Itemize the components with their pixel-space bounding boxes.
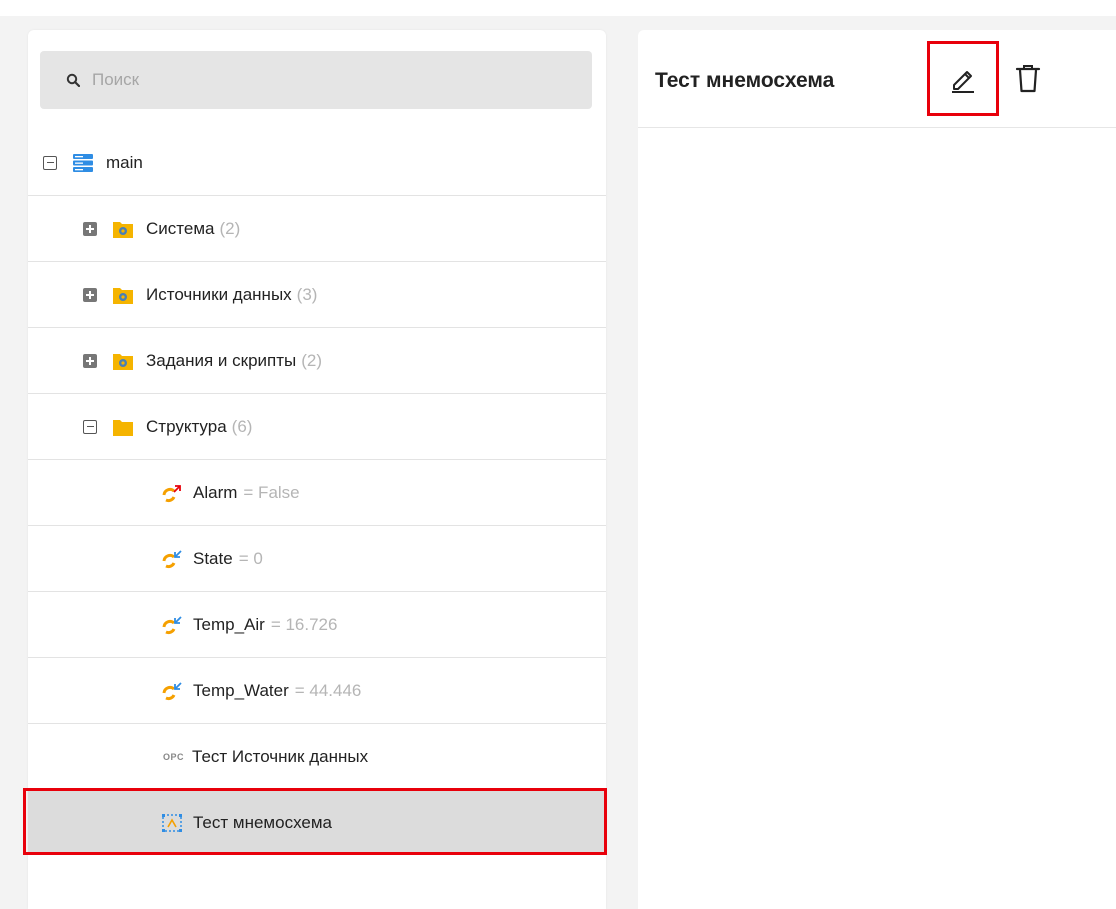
- search-icon: [66, 73, 80, 87]
- tag-value: = 16.726: [270, 614, 338, 634]
- tree-item-label: Структура: [146, 416, 227, 436]
- trash-icon: [1015, 65, 1041, 93]
- search-input[interactable]: [90, 69, 574, 91]
- tree-item-label: Alarm: [193, 482, 238, 502]
- tree-item-state[interactable]: State = 0: [28, 526, 606, 592]
- detail-header: Тест мнемосхема: [638, 30, 1116, 128]
- delete-button[interactable]: [1010, 61, 1046, 97]
- tree-panel: main Система (2) Источники данных (3): [28, 30, 606, 909]
- tree-item-label: Система: [146, 218, 215, 238]
- tree-item-struktura[interactable]: Структура (6): [28, 394, 606, 460]
- tree-item-main[interactable]: main: [28, 130, 606, 196]
- tag-value: = 44.446: [294, 680, 362, 700]
- item-count: (2): [219, 218, 241, 238]
- pencil-icon: [952, 70, 974, 93]
- system-folder-icon: [112, 351, 134, 371]
- item-count: (6): [231, 416, 253, 436]
- item-count: (2): [301, 350, 323, 370]
- tree-item-label: Temp_Water: [193, 680, 289, 700]
- expand-icon[interactable]: [83, 353, 97, 368]
- tag-input-icon: [161, 549, 183, 569]
- tree-item-zadaniya[interactable]: Задания и скрипты (2): [28, 328, 606, 394]
- detail-panel: Тест мнемосхема: [638, 30, 1116, 909]
- search-box[interactable]: [40, 51, 592, 109]
- tree-item-label: main: [106, 152, 143, 172]
- tree-item-alarm[interactable]: Alarm = False: [28, 460, 606, 526]
- server-icon: [72, 153, 94, 173]
- tag-value: = False: [243, 482, 300, 502]
- tree-item-label: State: [193, 548, 233, 568]
- tag-input-icon: [161, 681, 183, 701]
- opc-icon: OPC: [163, 751, 185, 762]
- tree-item-label: Задания и скрипты: [146, 350, 297, 370]
- tree-item-test-datasource[interactable]: OPC Тест Источник данных: [28, 724, 606, 790]
- selection-highlight: [23, 788, 607, 855]
- edit-button[interactable]: [927, 41, 999, 116]
- system-folder-icon: [112, 219, 134, 239]
- tree-item-sistema[interactable]: Система (2): [28, 196, 606, 262]
- tag-value: = 0: [238, 548, 263, 568]
- page-title: Тест мнемосхема: [655, 69, 835, 92]
- tree-item-istochniki[interactable]: Источники данных (3): [28, 262, 606, 328]
- tag-output-icon: [161, 483, 183, 503]
- item-count: (3): [296, 284, 318, 304]
- tree-item-label: Тест Источник данных: [192, 746, 369, 766]
- system-folder-icon: [112, 285, 134, 305]
- collapse-icon[interactable]: [83, 419, 97, 434]
- collapse-icon[interactable]: [43, 155, 57, 170]
- expand-icon[interactable]: [83, 221, 97, 236]
- expand-icon[interactable]: [83, 287, 97, 302]
- top-edge: [0, 0, 1116, 16]
- folder-icon: [112, 417, 134, 437]
- tree-item-label: Источники данных: [146, 284, 292, 304]
- tree-item-label: Temp_Air: [193, 614, 265, 634]
- tree-item-temp-water[interactable]: Temp_Water = 44.446: [28, 658, 606, 724]
- tag-input-icon: [161, 615, 183, 635]
- tree-item-temp-air[interactable]: Temp_Air = 16.726: [28, 592, 606, 658]
